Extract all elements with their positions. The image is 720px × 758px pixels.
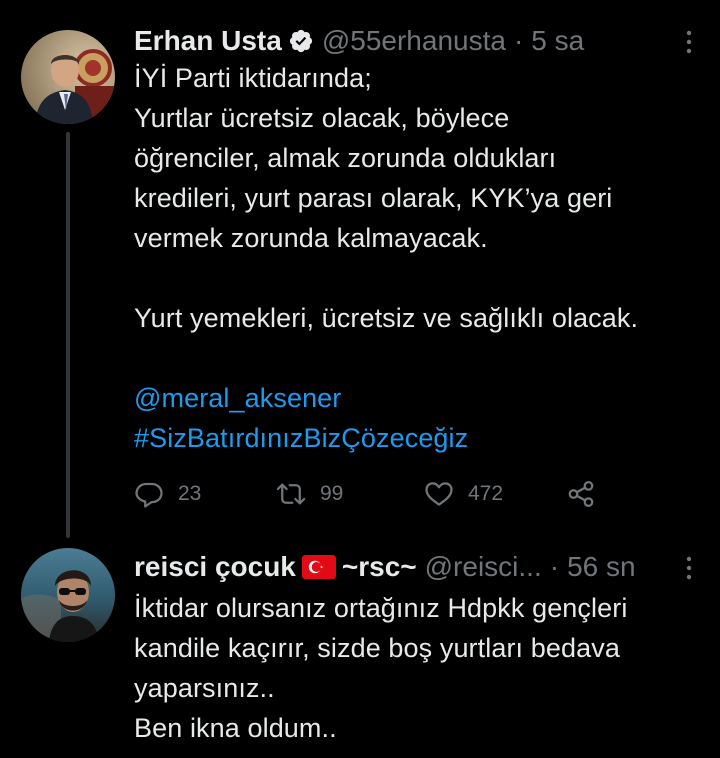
tweet-text-line: kredileri, yurt parası olarak, KYK’ya ge… — [134, 183, 613, 213]
like-button[interactable]: 472 — [424, 474, 503, 514]
tweet-text-line: kandile kaçırır, sizde boş yurtları beda… — [134, 633, 620, 663]
tweet-timestamp[interactable]: 5 sa — [531, 25, 584, 57]
separator-dot: · — [549, 551, 560, 582]
tweet-timestamp[interactable]: 56 sn — [567, 551, 636, 583]
separator-dot: · — [513, 25, 524, 56]
tweet-text-line: vermek zorunda kalmayacak. — [134, 223, 488, 253]
tweet[interactable]: Erhan Usta @55erhanusta · 5 sa İYİ Parti… — [0, 0, 720, 540]
tweet-text: İYİ Parti iktidarında; Yurtlar ücretsiz … — [134, 58, 700, 458]
tweet-text-line: Yurtlar ücretsiz olacak, böylece — [134, 103, 510, 133]
avatar[interactable] — [21, 30, 115, 124]
tweet-actions: 23 99 472 — [134, 474, 634, 514]
turkey-flag-icon — [301, 555, 336, 579]
more-options-icon[interactable] — [686, 556, 692, 580]
like-count: 472 — [468, 482, 504, 505]
profile-photo-man-in-suit — [21, 30, 115, 124]
reply-count: 23 — [178, 482, 202, 505]
thread-connector-line — [66, 132, 70, 538]
author-name-suffix[interactable]: ~rsc~ — [342, 551, 417, 583]
share-icon — [568, 481, 594, 507]
mention-link[interactable]: @meral_aksener — [134, 378, 700, 418]
tweet-text-line: yaparsınız.. — [134, 673, 275, 703]
author-name[interactable]: Erhan Usta — [134, 25, 282, 57]
hashtag-link[interactable]: #SizBatırdınızBizÇözeceğiz — [134, 418, 700, 458]
profile-photo-man-with-sunglasses — [21, 548, 115, 642]
retweet-icon — [276, 483, 306, 505]
author-name[interactable]: reisci çocuk — [134, 551, 296, 583]
tweet-text-line: Yurt yemekleri, ücretsiz ve sağlıklı ola… — [134, 303, 639, 333]
heart-icon — [425, 482, 453, 506]
verified-badge-icon — [289, 29, 312, 53]
tweet[interactable]: reisci çocuk ~rsc~ @reisci... · 56 sn İk… — [0, 540, 720, 758]
retweet-count: 99 — [320, 482, 344, 505]
retweet-button[interactable]: 99 — [276, 474, 343, 514]
more-options-icon[interactable] — [686, 30, 692, 54]
tweet-header: Erhan Usta @55erhanusta · 5 sa — [134, 24, 700, 58]
reply-icon — [135, 482, 163, 508]
reply-button[interactable]: 23 — [134, 474, 201, 514]
share-button[interactable] — [566, 474, 596, 514]
paragraph-break — [134, 338, 700, 378]
author-handle[interactable]: @55erhanusta — [322, 25, 506, 57]
tweet-text-line: İktidar olursanız ortağınız Hdpkk gençle… — [134, 593, 628, 623]
tweet-text-line: İYİ Parti iktidarında; — [134, 63, 372, 93]
tweet-text-line: öğrenciler, almak zorunda oldukları — [134, 143, 557, 173]
tweet-header: reisci çocuk ~rsc~ @reisci... · 56 sn — [134, 550, 700, 584]
author-handle[interactable]: @reisci... — [425, 551, 542, 583]
avatar[interactable] — [21, 548, 115, 642]
paragraph-break — [134, 258, 700, 298]
tweet-text-line: Ben ikna oldum.. — [134, 713, 337, 743]
tweet-text: İktidar olursanız ortağınız Hdpkk gençle… — [134, 588, 700, 748]
